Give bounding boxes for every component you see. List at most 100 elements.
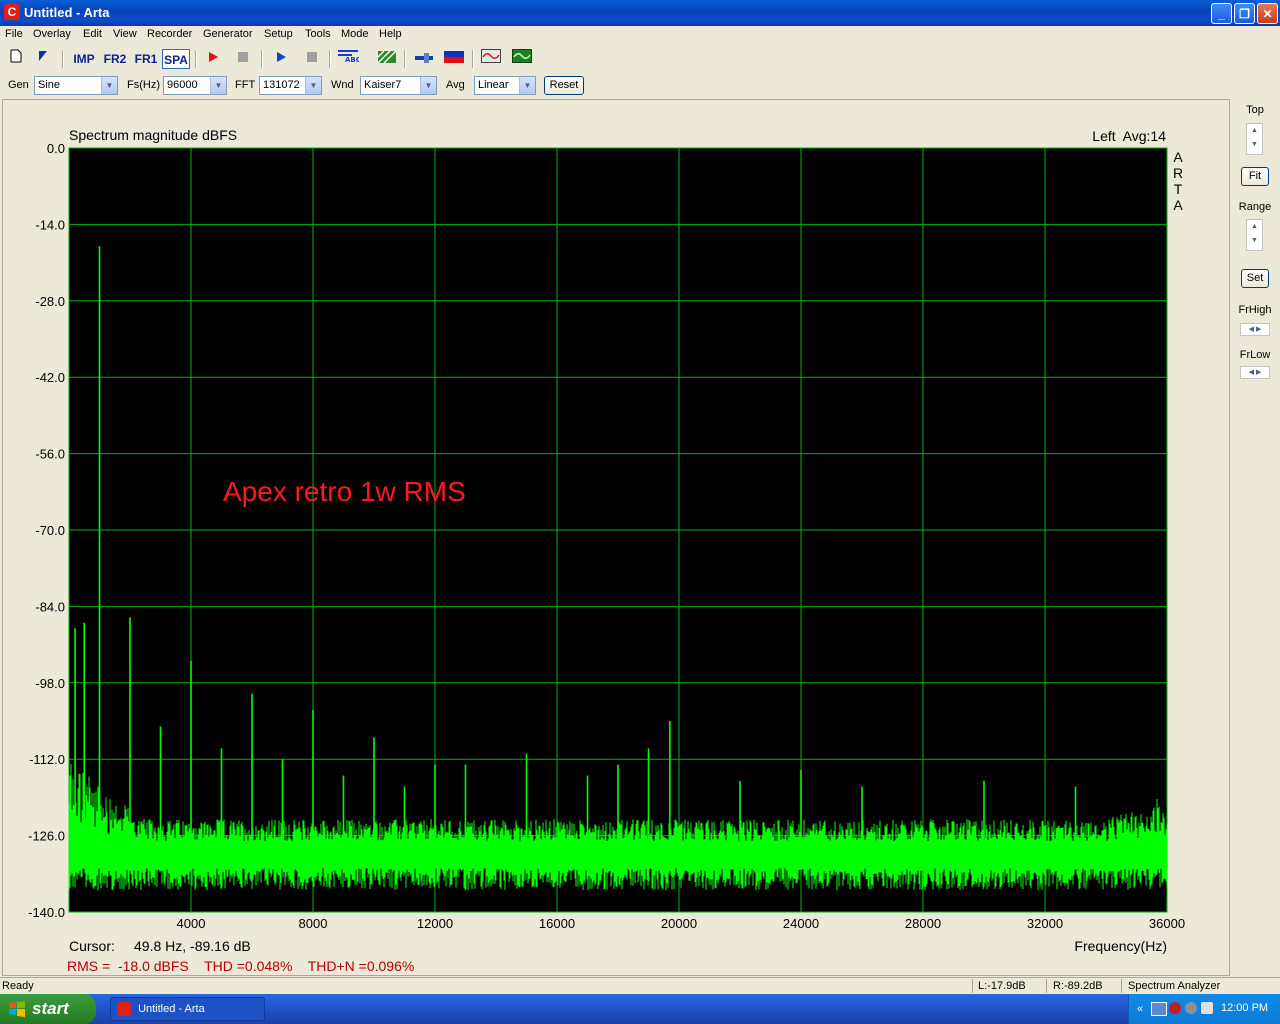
y-tick-label: -112.0: [29, 752, 65, 767]
y-tick-label: -70.0: [35, 523, 65, 538]
window-title: Untitled - Arta: [24, 5, 110, 20]
fft-size-select[interactable]: 131072 ▼: [259, 76, 322, 95]
chevron-down-icon[interactable]: ▼: [101, 77, 117, 94]
chevron-down-icon[interactable]: ▼: [519, 77, 535, 94]
hatch-pattern-icon[interactable]: [371, 49, 399, 69]
channel-average-label: Left Avg:14: [1092, 128, 1166, 144]
network-icon[interactable]: [1151, 1002, 1167, 1016]
wnd-label: Wnd: [331, 79, 354, 91]
level-meter-icon[interactable]: [442, 49, 466, 69]
menu-tools[interactable]: Tools: [305, 28, 331, 40]
restore-icon[interactable]: ❐: [1234, 3, 1255, 24]
chevron-down-icon[interactable]: ▼: [210, 77, 226, 94]
fit-button[interactable]: Fit: [1241, 167, 1269, 186]
plot-annotation: Apex retro 1w RMS: [223, 476, 466, 507]
abc-text-icon[interactable]: ABC: [336, 49, 361, 69]
y-tick-label: -84.0: [35, 599, 65, 614]
taskbar-item-arta[interactable]: Untitled - Arta: [110, 997, 265, 1021]
menu-file[interactable]: File: [5, 28, 23, 40]
generator-stop-icon[interactable]: [300, 49, 324, 69]
x-tick-label: 12000: [417, 916, 453, 931]
volume-icon[interactable]: [1201, 1002, 1213, 1014]
y-tick-label: -56.0: [35, 447, 65, 462]
x-tick-label: 4000: [177, 916, 206, 931]
spa-mode-button[interactable]: SPA: [162, 49, 190, 69]
toolbar-divider: [329, 50, 331, 68]
signal-generator-icon[interactable]: [479, 49, 503, 69]
menu-help[interactable]: Help: [379, 28, 402, 40]
toolbar-divider: [195, 50, 197, 68]
chevron-down-icon[interactable]: ▼: [420, 77, 436, 94]
menu-overlay[interactable]: Overlay: [33, 28, 71, 40]
antivirus-icon[interactable]: [1185, 1002, 1197, 1014]
generator-play-icon[interactable]: [269, 49, 293, 69]
menu-mode[interactable]: Mode: [341, 28, 369, 40]
arta-logo-letter: T: [1174, 181, 1183, 197]
window-select[interactable]: Kaiser7 ▼: [360, 76, 437, 95]
reset-button[interactable]: Reset: [544, 76, 584, 95]
status-divider: [972, 979, 973, 993]
record-play-icon[interactable]: [201, 49, 225, 69]
range-label: Range: [1238, 201, 1272, 213]
title-bar[interactable]: C Untitled - Arta _ ❐ ✕: [0, 0, 1280, 26]
toolbar-divider: [261, 50, 263, 68]
windows-logo-icon: [9, 1001, 25, 1017]
security-shield-icon[interactable]: [1169, 1002, 1181, 1014]
clock[interactable]: 12:00 PM: [1221, 1002, 1268, 1014]
toolbar-divider: [404, 50, 406, 68]
arta-app-icon: [117, 1002, 131, 1016]
fr1-mode-button[interactable]: FR1: [132, 49, 160, 69]
start-button[interactable]: start: [0, 994, 96, 1024]
new-file-icon[interactable]: [4, 49, 28, 69]
x-tick-label: 32000: [1027, 916, 1063, 931]
set-button[interactable]: Set: [1241, 269, 1269, 288]
menu-setup[interactable]: Setup: [264, 28, 293, 40]
toolbar-divider: [62, 50, 64, 68]
impulse-mode-button[interactable]: IMP: [70, 49, 98, 69]
menu-view[interactable]: View: [113, 28, 137, 40]
arta-app-icon[interactable]: C: [4, 4, 20, 20]
x-tick-label: 8000: [299, 916, 328, 931]
range-spinner[interactable]: ▲ ▼: [1246, 219, 1263, 251]
arta-logo-letter: A: [1173, 197, 1183, 213]
status-text: Ready: [2, 980, 34, 992]
chevron-down-icon[interactable]: ▼: [305, 77, 321, 94]
menu-bar: File Overlay Edit View Recorder Generato…: [0, 26, 1280, 45]
menu-recorder[interactable]: Recorder: [147, 28, 192, 40]
sample-rate-select[interactable]: 96000 ▼: [163, 76, 227, 95]
generator-select[interactable]: Sine ▼: [34, 76, 118, 95]
record-stop-icon[interactable]: [231, 49, 255, 69]
arta-logo-letter: A: [1173, 149, 1183, 165]
status-divider: [1121, 979, 1122, 993]
mode-indicator: Spectrum Analyzer: [1128, 980, 1221, 992]
minimize-icon[interactable]: _: [1211, 3, 1232, 24]
tray-arrow-icon[interactable]: «: [1137, 1003, 1143, 1015]
close-icon[interactable]: ✕: [1257, 3, 1278, 24]
arta-logo-letter: R: [1173, 165, 1183, 181]
frhigh-label: FrHigh: [1238, 304, 1272, 316]
status-divider: [1046, 979, 1047, 993]
menu-edit[interactable]: Edit: [83, 28, 102, 40]
system-tray: « 12:00 PM: [1128, 994, 1280, 1024]
plot-controls-panel: Top ▲ ▼ Fit Range ▲ ▼ Set FrHigh ◀ ▶ FrLow…: [1232, 99, 1278, 976]
taskbar-item-label: Untitled - Arta: [138, 1003, 205, 1015]
fft-size-value: 131072: [263, 79, 300, 91]
y-tick-label: -140.0: [28, 905, 65, 920]
y-tick-label: -28.0: [35, 294, 65, 309]
plot-title: Spectrum magnitude dBFS: [69, 127, 237, 143]
window-value: Kaiser7: [364, 79, 402, 91]
avg-label: Avg: [446, 79, 465, 91]
averaging-select[interactable]: Linear ▼: [474, 76, 536, 95]
frlow-spinner[interactable]: ◀ ▶: [1240, 366, 1270, 379]
right-level: R:-89.2dB: [1053, 980, 1103, 992]
open-file-icon[interactable]: [32, 49, 56, 69]
slider-settings-icon[interactable]: [412, 49, 436, 69]
x-tick-label: 24000: [783, 916, 819, 931]
top-spinner[interactable]: ▲ ▼: [1246, 123, 1263, 155]
fr2-mode-button[interactable]: FR2: [101, 49, 129, 69]
menu-generator[interactable]: Generator: [203, 28, 253, 40]
spectrum-chart[interactable]: 0.0 -14.0 -28.0 -42.0 -56.0 -70.0 -84.0 -98.0 -1…: [3, 100, 1229, 975]
fft-label: FFT: [235, 79, 256, 91]
frhigh-spinner[interactable]: ◀ ▶: [1240, 323, 1270, 336]
oscilloscope-icon[interactable]: [510, 49, 534, 69]
